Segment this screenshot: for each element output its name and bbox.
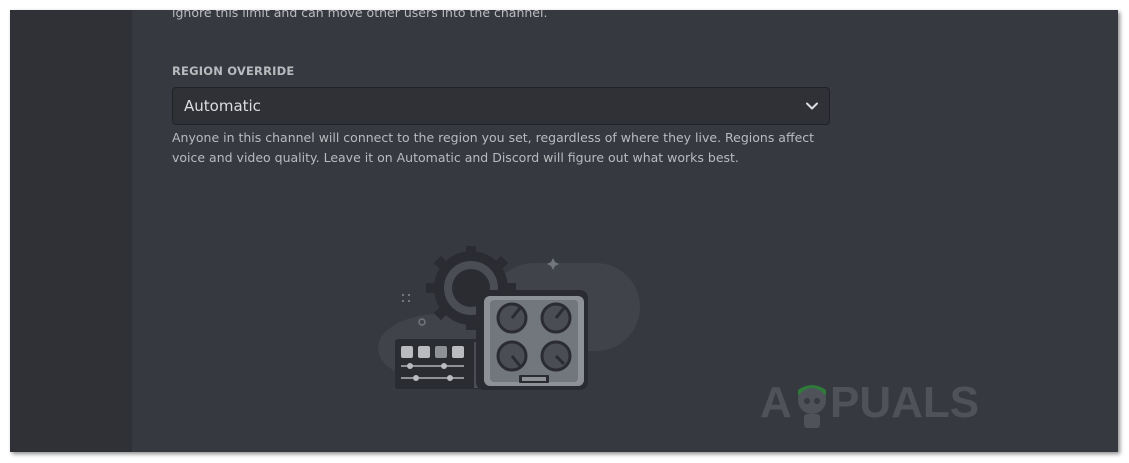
app-frame: ignore this limit and can move other use…: [10, 10, 1118, 452]
region-override-select[interactable]: Automatic: [172, 87, 830, 125]
watermark-mascot-logo: [798, 385, 826, 428]
region-select-value: Automatic: [184, 97, 261, 115]
appuals-watermark: A PUALS: [760, 378, 979, 428]
knob-panel: [476, 290, 588, 390]
watermark-text-a: A: [760, 378, 792, 427]
region-override-help: Anyone in this channel will connect to t…: [172, 130, 815, 165]
sparkle-icon: [402, 294, 410, 302]
watermark-text-puals: PUALS: [830, 378, 979, 427]
settings-sidebar: [10, 10, 132, 452]
chevron-down-icon[interactable]: [805, 99, 819, 113]
mixer-board: [395, 339, 483, 389]
region-override-title: REGION OVERRIDE: [172, 64, 295, 78]
audio-mixer-illustration: [378, 246, 640, 390]
user-limit-description: ignore this limit and can move other use…: [172, 10, 548, 20]
